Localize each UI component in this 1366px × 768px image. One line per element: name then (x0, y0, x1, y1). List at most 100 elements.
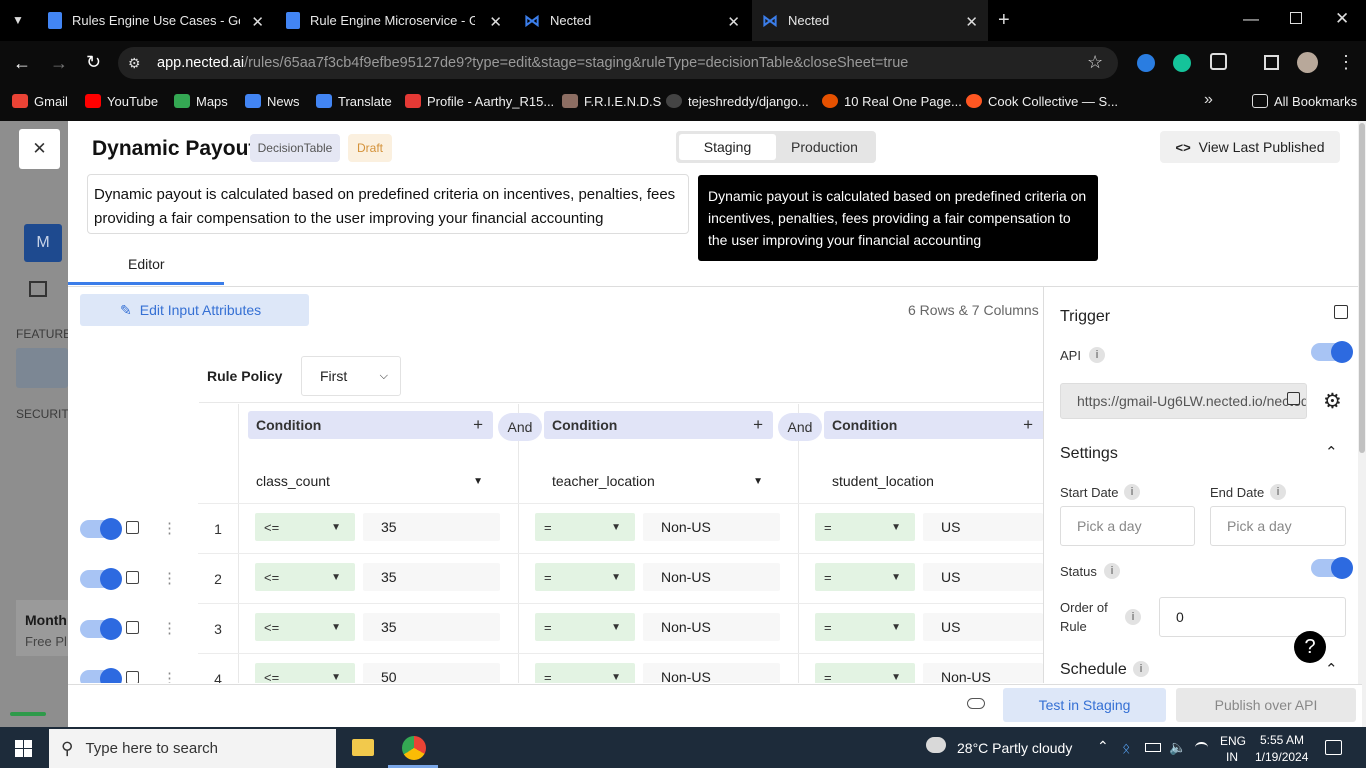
rule-policy-select[interactable]: First ⌵ (301, 356, 401, 396)
info-icon[interactable]: i (1089, 347, 1105, 363)
add-condition-icon[interactable]: + (473, 415, 483, 435)
add-condition-icon[interactable]: + (1023, 415, 1033, 435)
bookmark-friends[interactable]: F.R.I.E.N.D.S (562, 92, 661, 110)
tab-search-chevron-icon[interactable]: ▼ (12, 13, 24, 27)
edit-input-attributes-button[interactable]: ✎ Edit Input Attributes (80, 294, 309, 326)
and-operator-2[interactable]: And (778, 413, 822, 441)
restore-window-icon[interactable] (1290, 12, 1302, 24)
duplicate-row-icon[interactable] (126, 621, 139, 634)
bookmark-onepage[interactable]: 10 Real One Page... (822, 92, 962, 110)
bookmark-star-icon[interactable]: ☆ (1087, 52, 1103, 73)
row-menu-icon[interactable]: ⋮ (162, 569, 177, 587)
close-tab-icon[interactable]: ✕ (727, 13, 740, 31)
bookmark-maps[interactable]: Maps (174, 92, 228, 110)
operator-select[interactable]: = ▼ (815, 663, 915, 683)
minimize-window-icon[interactable]: — (1243, 11, 1259, 29)
operator-select[interactable]: <= ▼ (255, 663, 355, 683)
condition-header-2[interactable]: Condition + (544, 411, 773, 439)
row-enable-toggle[interactable] (80, 668, 122, 683)
profile-avatar-icon[interactable] (1297, 52, 1318, 73)
row-menu-icon[interactable]: ⋮ (162, 619, 177, 637)
operator-select[interactable]: <= ▼ (255, 563, 355, 591)
close-tab-icon[interactable]: ✕ (489, 13, 502, 31)
duplicate-row-icon[interactable] (126, 521, 139, 534)
bookmark-news[interactable]: News (245, 92, 300, 110)
chevron-up-icon[interactable]: ⌃ (1325, 660, 1338, 678)
collapse-panel-icon[interactable] (1334, 305, 1348, 319)
rule-description-input[interactable]: Dynamic payout is calculated based on pr… (87, 174, 689, 234)
reload-icon[interactable]: ↻ (86, 52, 101, 73)
api-url-field[interactable]: https://gmail-Ug6LW.nected.io/nected (1060, 383, 1307, 419)
add-condition-icon[interactable]: + (753, 415, 763, 435)
battery-icon[interactable] (1145, 743, 1161, 752)
info-icon[interactable]: i (1270, 484, 1286, 500)
publish-over-api-button[interactable]: Publish over API (1176, 688, 1356, 722)
operator-select[interactable]: = ▼ (535, 613, 635, 641)
value-input[interactable]: Non-US (643, 663, 780, 683)
value-input[interactable]: 35 (363, 513, 500, 541)
language-line-2[interactable]: IN (1226, 750, 1238, 764)
bluetooth-icon[interactable]: ᛟ (1122, 740, 1130, 756)
volume-icon[interactable]: 🔈 (1169, 739, 1186, 756)
value-input[interactable]: Non-US (643, 613, 780, 641)
order-of-rule-input[interactable]: 0 (1159, 597, 1346, 637)
row-enable-toggle[interactable] (80, 518, 122, 540)
copy-icon[interactable] (1287, 392, 1300, 405)
close-sheet-button[interactable]: ✕ (19, 129, 60, 169)
status-toggle[interactable] (1311, 557, 1353, 579)
api-toggle[interactable] (1311, 341, 1353, 363)
chevron-up-icon[interactable]: ⌃ (1325, 443, 1338, 461)
view-last-published-button[interactable]: <> View Last Published (1160, 131, 1340, 163)
tab-editor[interactable]: Editor (128, 256, 165, 272)
extension-c-icon[interactable] (1137, 54, 1155, 72)
bookmark-github[interactable]: tejeshreddy/django... (666, 92, 809, 110)
value-input[interactable]: Non-US (923, 663, 1043, 683)
bookmark-gmail[interactable]: Gmail (12, 92, 68, 110)
start-date-input[interactable]: Pick a day (1060, 506, 1195, 546)
end-date-input[interactable]: Pick a day (1210, 506, 1346, 546)
test-in-staging-button[interactable]: Test in Staging (1003, 688, 1166, 722)
browser-tab-3[interactable]: ⋈ Nected ✕ (514, 0, 750, 41)
value-input[interactable]: 35 (363, 613, 500, 641)
side-panel-icon[interactable] (1264, 55, 1279, 70)
attribute-select-2[interactable]: teacher_location ▼ (544, 467, 773, 495)
info-icon[interactable]: i (1104, 563, 1120, 579)
back-icon[interactable]: ← (13, 53, 31, 74)
value-input[interactable]: 35 (363, 563, 500, 591)
value-input[interactable]: Non-US (643, 563, 780, 591)
close-tab-icon[interactable]: ✕ (965, 13, 978, 31)
condition-header-3[interactable]: Condition + (824, 411, 1043, 439)
operator-select[interactable]: = ▼ (815, 613, 915, 641)
condition-header-1[interactable]: Condition + (248, 411, 493, 439)
new-tab-icon[interactable]: + (998, 9, 1010, 32)
duplicate-row-icon[interactable] (126, 671, 139, 683)
clock-time[interactable]: 5:55 AM (1260, 733, 1304, 747)
weather-text[interactable]: 28°C Partly cloudy (957, 740, 1072, 756)
extensions-puzzle-icon[interactable] (1210, 53, 1227, 70)
value-input[interactable]: US (923, 613, 1043, 641)
duplicate-row-icon[interactable] (126, 571, 139, 584)
browser-tab-2[interactable]: Rule Engine Microservice - Goo ✕ (276, 0, 512, 41)
site-info-icon[interactable]: ⚙ (128, 55, 141, 72)
operator-select[interactable]: = ▼ (535, 513, 635, 541)
info-icon[interactable]: i (1125, 609, 1141, 625)
notifications-icon[interactable] (1325, 740, 1342, 755)
chrome-taskbar-icon[interactable] (402, 736, 426, 760)
taskbar-search-box[interactable]: ⚲ Type here to search (49, 729, 336, 768)
browser-tab-4-active[interactable]: ⋈ Nected ✕ (752, 0, 988, 41)
row-enable-toggle[interactable] (80, 568, 122, 590)
clock-date[interactable]: 1/19/2024 (1255, 750, 1308, 764)
help-button[interactable]: ? (1294, 631, 1326, 663)
more-bookmarks-icon[interactable]: » (1204, 91, 1213, 109)
weather-icon[interactable] (926, 737, 946, 753)
bookmark-youtube[interactable]: YouTube (85, 92, 158, 110)
row-menu-icon[interactable]: ⋮ (162, 669, 177, 683)
close-tab-icon[interactable]: ✕ (251, 13, 264, 31)
bookmark-profile[interactable]: Profile - Aarthy_R15... (405, 92, 554, 110)
row-menu-icon[interactable]: ⋮ (162, 519, 177, 537)
operator-select[interactable]: = ▼ (815, 513, 915, 541)
all-bookmarks[interactable]: All Bookmarks (1252, 92, 1357, 110)
operator-select[interactable]: = ▼ (535, 663, 635, 683)
value-input[interactable]: 50 (363, 663, 500, 683)
value-input[interactable]: Non-US (643, 513, 780, 541)
